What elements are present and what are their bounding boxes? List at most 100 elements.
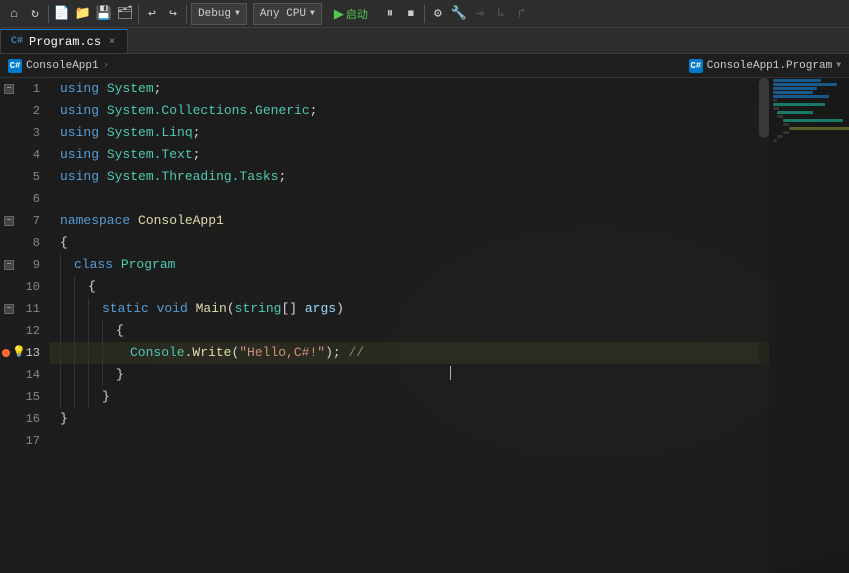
toolbar-left-icons: ⌂ ↻ 📄 📁 💾 🗂 ↩ ↪ bbox=[4, 4, 189, 24]
minimap-line-12 bbox=[783, 123, 789, 126]
minimap-line-10 bbox=[777, 115, 783, 118]
minimap-line-16 bbox=[773, 139, 777, 142]
play-icon: ▶ bbox=[334, 6, 344, 22]
code-line-2: using System.Collections.Generic; bbox=[50, 100, 769, 122]
kw-namespace: namespace bbox=[60, 210, 138, 232]
redo-icon[interactable]: ↪ bbox=[163, 4, 183, 24]
line-1: − 1 bbox=[0, 78, 50, 100]
breadcrumb-right-icon: C# bbox=[689, 59, 703, 73]
line-12: 12 bbox=[0, 320, 50, 342]
kw-using-5: using bbox=[60, 166, 107, 188]
code-line-8: { bbox=[50, 232, 769, 254]
line-6: 6 bbox=[0, 188, 50, 210]
breadcrumb-arrow: ▼ bbox=[836, 61, 841, 70]
code-line-14: } bbox=[50, 364, 769, 386]
step-in-icon: ↳ bbox=[491, 4, 511, 24]
debug-dropdown[interactable]: Debug ▼ bbox=[191, 3, 247, 25]
line-4: 4 bbox=[0, 144, 50, 166]
code-line-11: static void Main(string[] args) bbox=[50, 298, 769, 320]
minimap-line-14 bbox=[783, 131, 789, 134]
string-hello: "Hello,C#!" bbox=[239, 342, 325, 364]
code-line-13: Console.Write("Hello,C#!"); // bbox=[50, 342, 769, 364]
tab-name: Program.cs bbox=[29, 35, 101, 49]
code-line-4: using System.Text; bbox=[50, 144, 769, 166]
param-args: args bbox=[305, 298, 336, 320]
breadcrumb-dropdown[interactable]: ▼ bbox=[836, 61, 841, 70]
ns-text: System.Text bbox=[107, 144, 193, 166]
save-icon[interactable]: 💾 bbox=[94, 4, 114, 24]
line-7: − 7 bbox=[0, 210, 50, 232]
ns-threading: System.Threading.Tasks bbox=[107, 166, 279, 188]
stop-icon[interactable]: ⏹ bbox=[401, 4, 421, 24]
line-13: 💡 13 bbox=[0, 342, 50, 364]
code-line-1: using System; bbox=[50, 78, 769, 100]
cpu-label: Any CPU bbox=[260, 8, 306, 20]
ns-system-1: System bbox=[107, 78, 154, 100]
undo-icon[interactable]: ↩ bbox=[142, 4, 162, 24]
open-file-icon[interactable]: 📁 bbox=[73, 4, 93, 24]
new-file-icon[interactable]: 📄 bbox=[52, 4, 72, 24]
kw-void: void bbox=[157, 298, 196, 320]
minimap-line-1 bbox=[773, 79, 821, 82]
type-console: Console bbox=[130, 342, 185, 364]
code-line-5: using System.Threading.Tasks; bbox=[50, 166, 769, 188]
code-line-7: namespace ConsoleApp1 bbox=[50, 210, 769, 232]
breadcrumb-bar: C# ConsoleApp1 › C# ConsoleApp1.Program … bbox=[0, 54, 849, 78]
collapse-icon-11[interactable]: − bbox=[4, 304, 14, 314]
tab-cs-icon: C# bbox=[11, 36, 23, 47]
debug-label: Debug bbox=[198, 8, 231, 20]
editor-area: − 1 2 3 4 5 6 − 7 8 − 9 10 − 11 12 bbox=[0, 78, 849, 573]
kw-static: static bbox=[102, 298, 157, 320]
tab-program-cs[interactable]: C# Program.cs × bbox=[0, 29, 128, 53]
settings-icon[interactable]: ⚙ bbox=[428, 4, 448, 24]
line-14: 14 bbox=[0, 364, 50, 386]
line-16: 16 bbox=[0, 408, 50, 430]
ns-consoleapp1: ConsoleApp1 bbox=[138, 210, 224, 232]
method-main: Main bbox=[196, 298, 227, 320]
minimap-line-7 bbox=[773, 103, 825, 106]
breadcrumb-right-text: ConsoleApp1.Program bbox=[707, 60, 832, 72]
kw-class: class bbox=[74, 254, 121, 276]
method-write: Write bbox=[192, 342, 231, 364]
line-5: 5 bbox=[0, 166, 50, 188]
debug-dropdown-arrow: ▼ bbox=[235, 9, 240, 18]
save-all-icon[interactable]: 🗂 bbox=[115, 4, 135, 24]
cpu-dropdown[interactable]: Any CPU ▼ bbox=[253, 3, 322, 25]
tab-close-button[interactable]: × bbox=[107, 36, 117, 47]
collapse-icon-1[interactable]: − bbox=[4, 84, 14, 94]
pause-icon[interactable]: ⏸ bbox=[380, 4, 400, 24]
home-icon[interactable]: ⌂ bbox=[4, 4, 24, 24]
collapse-icon-7[interactable]: − bbox=[4, 216, 14, 226]
kw-using-4: using bbox=[60, 144, 107, 166]
code-line-6 bbox=[50, 188, 769, 210]
breakpoint-dot-13[interactable] bbox=[2, 349, 10, 357]
line-10: 10 bbox=[0, 276, 50, 298]
minimap-line-11 bbox=[783, 119, 843, 122]
breadcrumb-left-text: ConsoleApp1 bbox=[26, 60, 99, 72]
refresh-icon[interactable]: ↻ bbox=[25, 4, 45, 24]
minimap bbox=[769, 78, 849, 573]
line-17: 17 bbox=[0, 430, 50, 452]
line-3: 3 bbox=[0, 122, 50, 144]
step-over-icon: ⇥ bbox=[470, 4, 490, 24]
code-line-3: using System.Linq; bbox=[50, 122, 769, 144]
comment-1: // bbox=[348, 342, 364, 364]
tools-icon[interactable]: 🔧 bbox=[449, 4, 469, 24]
minimap-line-9 bbox=[777, 111, 813, 114]
code-line-12: { bbox=[50, 320, 769, 342]
minimap-line-15 bbox=[777, 135, 783, 138]
toolbar: ⌂ ↻ 📄 📁 💾 🗂 ↩ ↪ Debug ▼ Any CPU ▼ ▶ 启动 ⏸… bbox=[0, 0, 849, 28]
code-line-9: class Program bbox=[50, 254, 769, 276]
text-cursor bbox=[450, 364, 451, 382]
line-11: − 11 bbox=[0, 298, 50, 320]
vertical-scrollbar-track[interactable] bbox=[759, 78, 769, 573]
line-2: 2 bbox=[0, 100, 50, 122]
collapse-icon-9[interactable]: − bbox=[4, 260, 14, 270]
vertical-scrollbar-thumb[interactable] bbox=[759, 78, 769, 138]
run-button[interactable]: ▶ 启动 bbox=[330, 6, 372, 22]
ns-linq: System.Linq bbox=[107, 122, 193, 144]
code-editor[interactable]: using System; using System.Collections.G… bbox=[50, 78, 769, 573]
minimap-line-3 bbox=[773, 87, 817, 90]
class-program: Program bbox=[121, 254, 176, 276]
toolbar-right-icons: ⏸ ⏹ ⚙ 🔧 ⇥ ↳ ↱ bbox=[380, 4, 532, 24]
